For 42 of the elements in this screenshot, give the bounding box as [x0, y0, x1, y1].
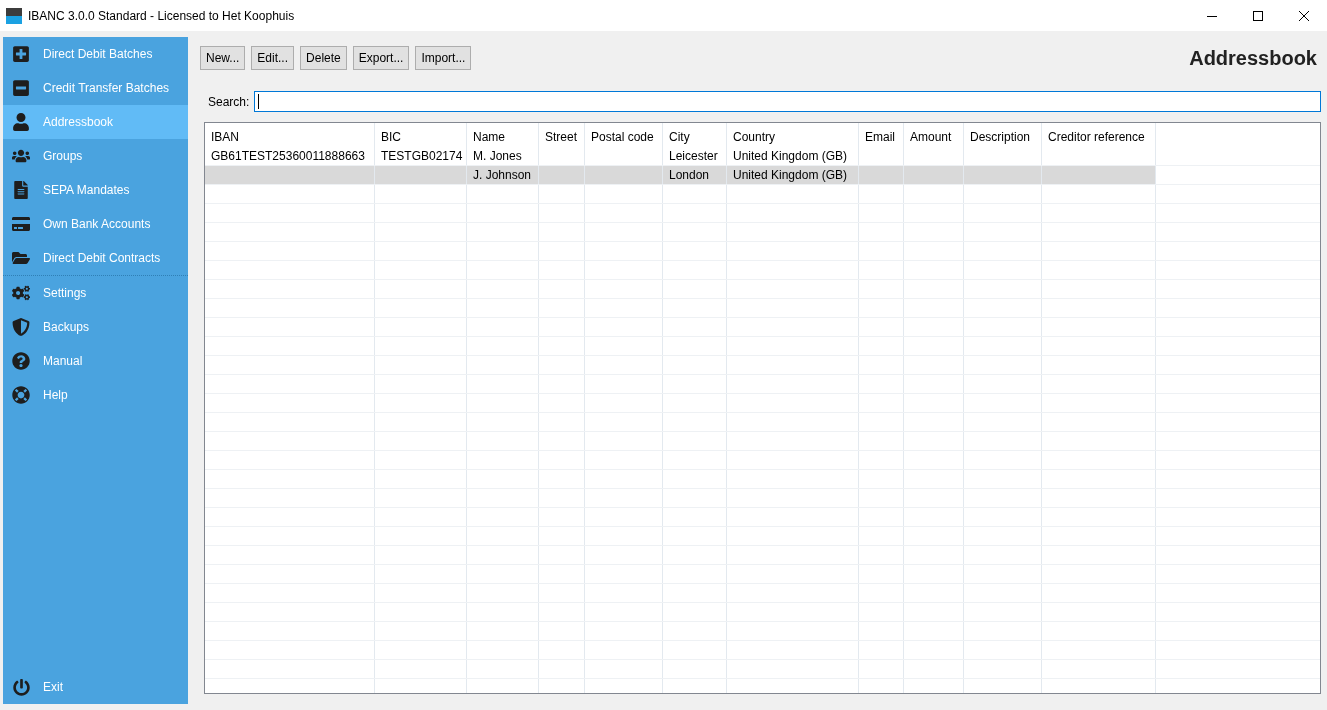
column-header[interactable]: Amount: [904, 123, 964, 147]
column-header[interactable]: City: [663, 123, 727, 147]
document-icon: [11, 181, 31, 199]
search-field[interactable]: [254, 91, 1321, 112]
maximize-icon: [1253, 10, 1263, 21]
table-cell: London: [669, 168, 710, 182]
lifebuoy-icon: [11, 386, 31, 404]
column-header[interactable]: Description: [964, 123, 1042, 147]
toolbar-button[interactable]: Delete: [300, 46, 347, 70]
table-row[interactable]: J. Johnson London United Kingdom (GB): [205, 166, 1320, 185]
question-icon: [11, 352, 31, 370]
table-cell: Leicester: [669, 149, 718, 163]
column-header[interactable]: BIC: [375, 123, 467, 147]
users-icon: [11, 147, 31, 165]
toolbar-button[interactable]: Export...: [352, 46, 410, 70]
column-header[interactable]: Creditor reference: [1042, 123, 1156, 147]
app-logo-icon: [6, 7, 22, 24]
window-title: IBANC 3.0.0 Standard - Licensed to Het Koophuis: [28, 7, 295, 25]
gears-icon: [11, 284, 31, 302]
user-icon: [11, 113, 31, 131]
shield-icon: [11, 318, 31, 336]
column-header[interactable]: Street: [539, 123, 585, 147]
table-cell: M. Jones: [473, 149, 522, 163]
search-label: Search:: [208, 93, 250, 111]
close-icon: [1299, 10, 1309, 21]
table-cell: GB61TEST25360011888663: [211, 149, 365, 163]
table-cell: J. Johnson: [473, 168, 532, 182]
page-title: Addressbook: [1189, 46, 1317, 71]
power-icon: [11, 678, 31, 696]
table-cell: TESTGB02174: [381, 149, 463, 163]
column-header[interactable]: Country: [727, 123, 859, 147]
table-cell: United Kingdom (GB): [733, 168, 848, 182]
toolbar-button[interactable]: Import...: [415, 46, 472, 70]
toolbar-button[interactable]: Edit...: [251, 46, 295, 70]
table-cell: United Kingdom (GB): [733, 149, 848, 163]
toolbar-button[interactable]: New...: [200, 46, 246, 70]
column-header[interactable]: Postal code: [585, 123, 663, 147]
column-header[interactable]: Name: [467, 123, 539, 147]
column-header[interactable]: Email: [859, 123, 904, 147]
credit-card-icon: [11, 215, 31, 233]
column-header[interactable]: IBAN: [205, 123, 375, 147]
folder-icon: [11, 249, 31, 267]
